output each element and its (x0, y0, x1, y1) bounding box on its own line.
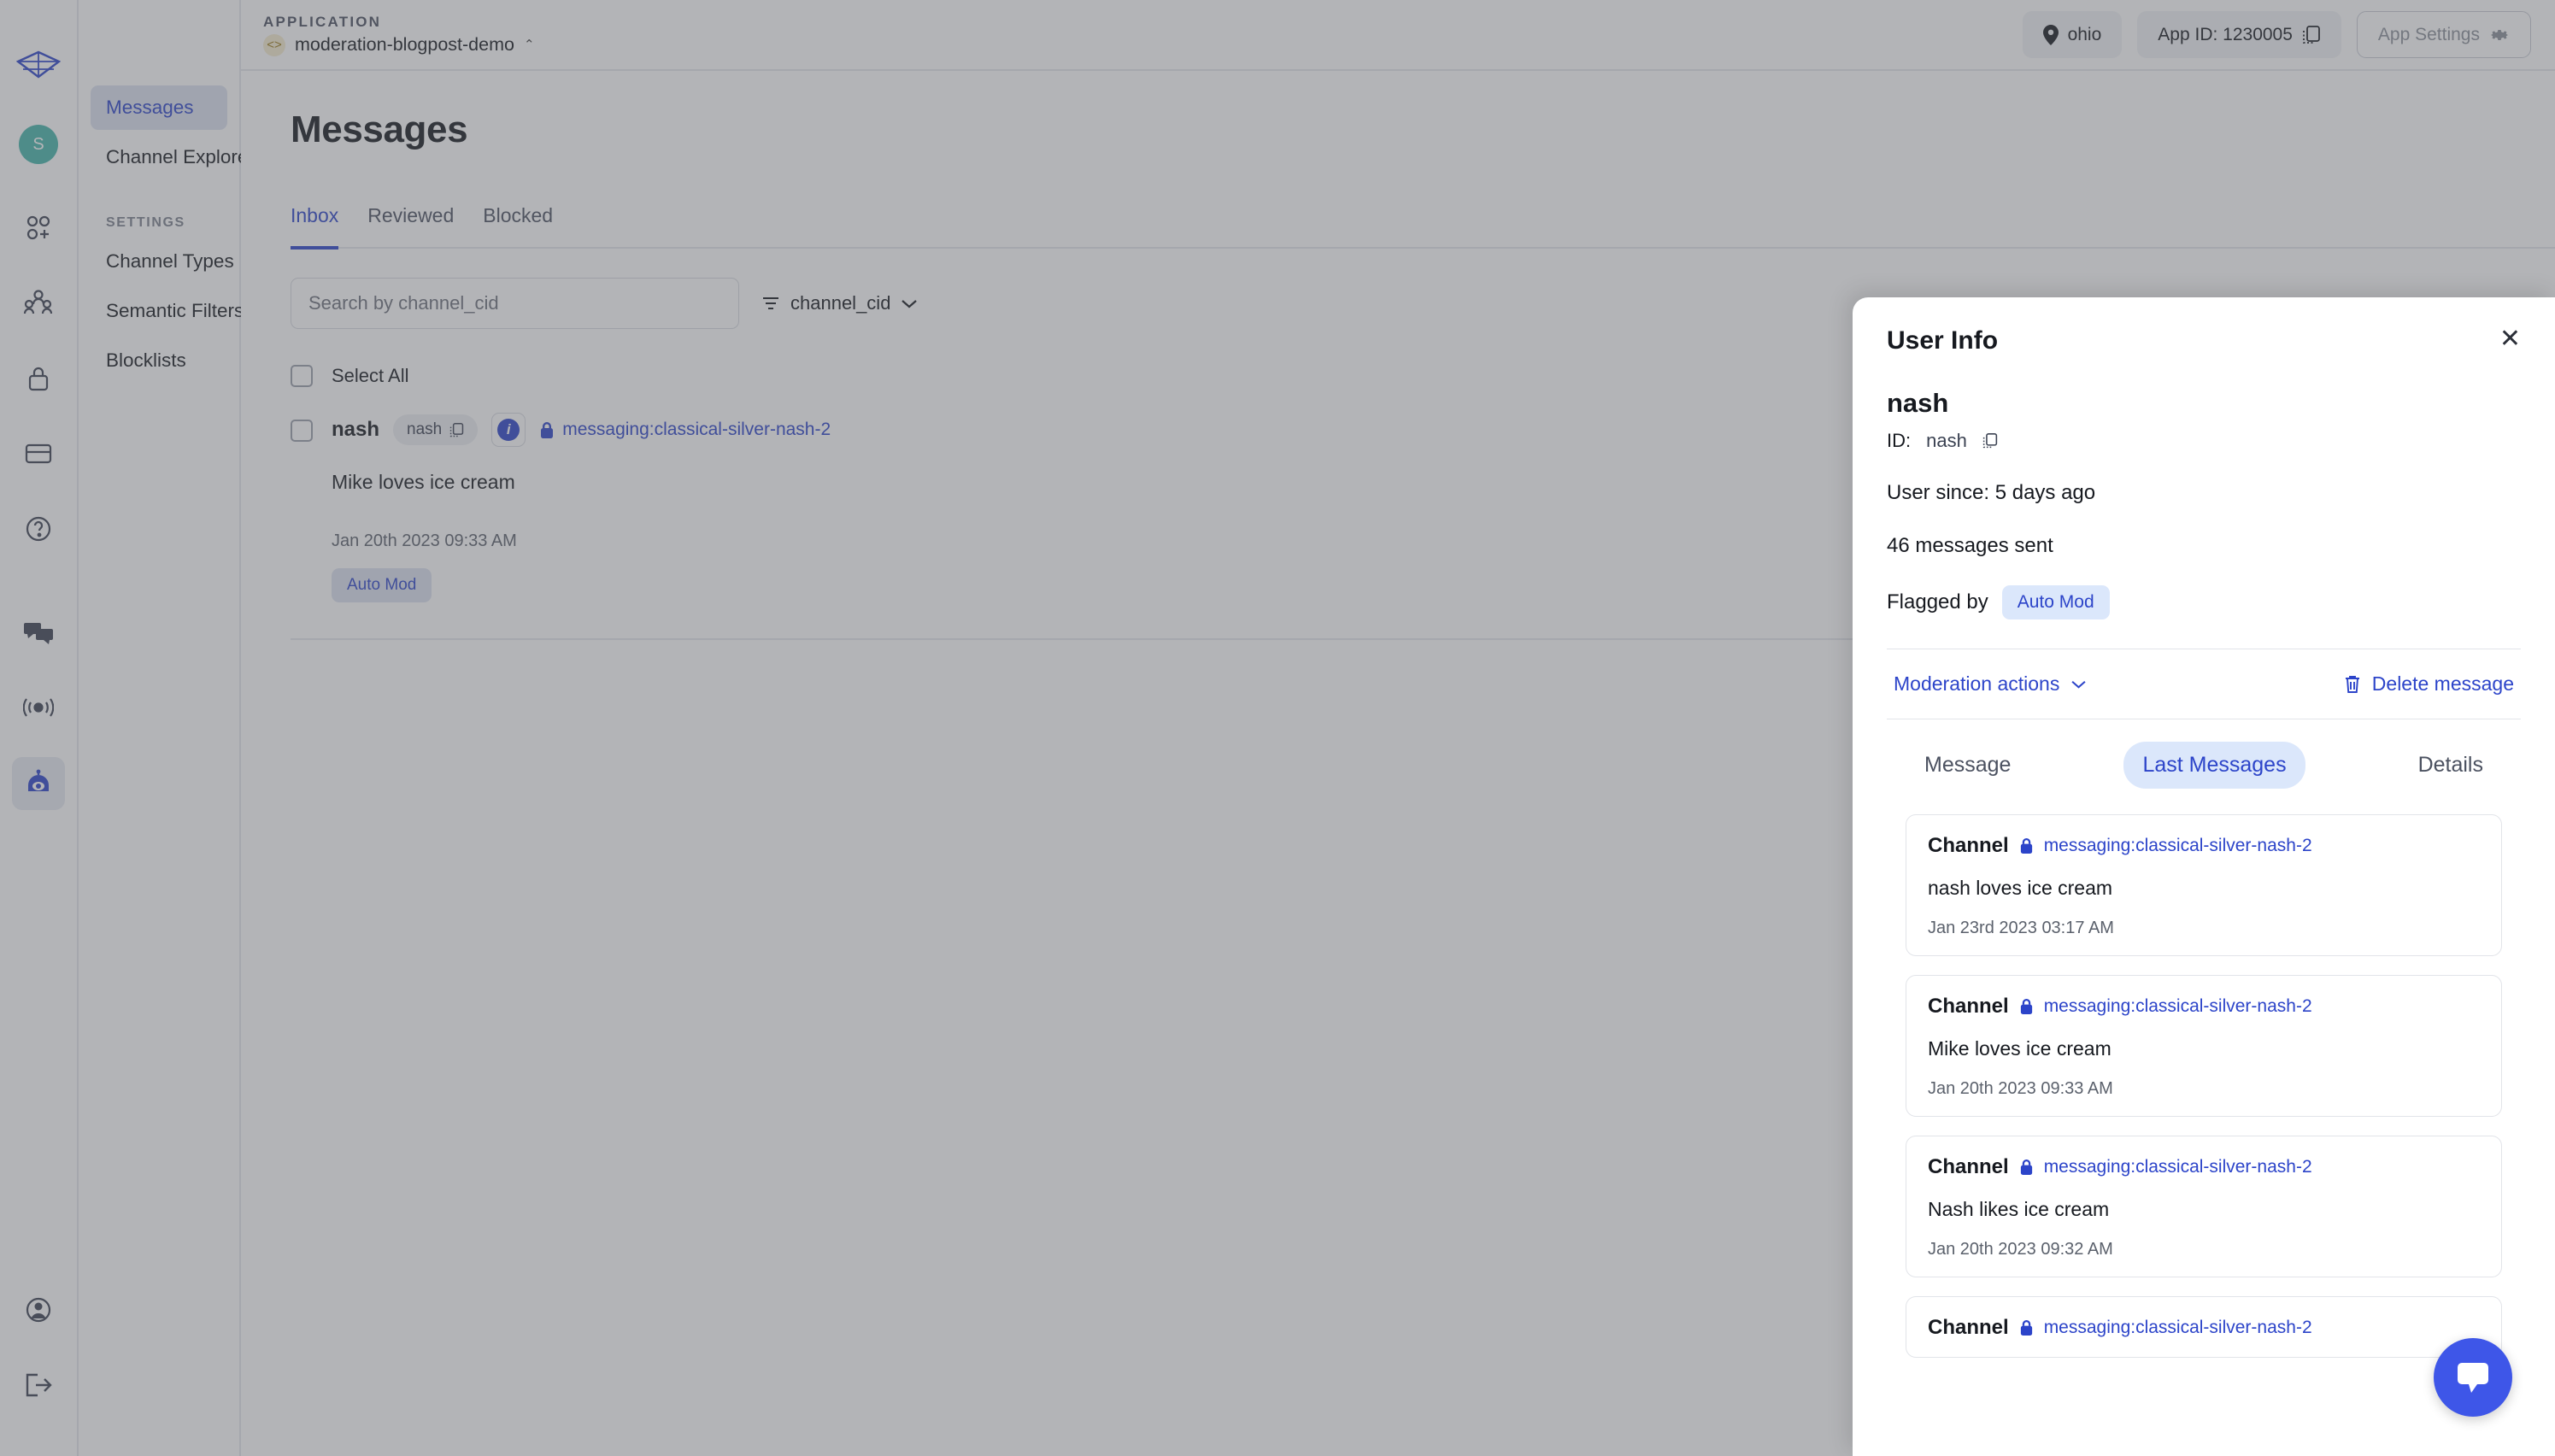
moderation-actions-dropdown[interactable]: Moderation actions (1894, 672, 2087, 696)
card-timestamp: Jan 23rd 2023 03:17 AM (1928, 919, 2114, 937)
card-timestamp: Jan 20th 2023 09:32 AM (1928, 1240, 2113, 1259)
card-message-text: Mike loves ice cream (1928, 1037, 2112, 1060)
card-channel-label: Channel (1928, 995, 2009, 1018)
chat-support-button[interactable] (2434, 1338, 2512, 1417)
flagged-by-row: Flagged by Auto Mod (1887, 585, 2521, 619)
flagged-by-badge: Auto Mod (2001, 585, 2110, 619)
card-message-text: nash loves ice cream (1928, 877, 2113, 899)
card-channel-label: Channel (1928, 834, 2009, 857)
card-channel-cid[interactable]: messaging:classical-silver-nash-2 (2044, 1157, 2312, 1177)
card-message-text: Nash likes ice cream (1928, 1198, 2110, 1220)
card-channel-cid[interactable]: messaging:classical-silver-nash-2 (2044, 996, 2312, 1017)
list-item[interactable]: Channel messaging:classical-silver-nash-… (1906, 814, 2502, 956)
delete-message-label: Delete message (2371, 672, 2514, 695)
trash-icon (2345, 675, 2359, 693)
chevron-down-icon (2071, 680, 2086, 689)
app-root: S Messages Channel Explorer SETTINGS Cha… (0, 0, 2555, 1456)
delete-message-button[interactable]: Delete message (2344, 672, 2514, 696)
user-name: nash (1887, 388, 1949, 418)
user-id-value: nash (1926, 430, 1967, 451)
lock-icon (2020, 999, 2032, 1014)
panel-header: User Info ✕ (1887, 326, 2521, 355)
lock-icon (2020, 838, 2032, 854)
tab-details[interactable]: Details (2399, 742, 2502, 789)
chat-bubble-icon (2458, 1363, 2488, 1393)
user-id-row: ID: nash (1887, 430, 2521, 452)
card-channel-cid[interactable]: messaging:classical-silver-nash-2 (2044, 1318, 2312, 1338)
card-timestamp: Jan 20th 2023 09:33 AM (1928, 1079, 2113, 1098)
user-info-panel: User Info ✕ nash ID: nash User since: 5 … (1853, 297, 2555, 1456)
card-channel-label: Channel (1928, 1316, 2009, 1339)
copy-icon[interactable] (1982, 432, 1998, 449)
panel-title: User Info (1887, 326, 1999, 355)
messages-sent: 46 messages sent (1887, 534, 2053, 557)
lock-icon (2020, 1320, 2032, 1336)
flagged-by-label: Flagged by (1887, 590, 1988, 614)
list-item[interactable]: Channel messaging:classical-silver-nash-… (1906, 975, 2502, 1117)
user-since: User since: 5 days ago (1887, 481, 2096, 504)
lock-icon (2020, 1160, 2032, 1175)
close-icon[interactable]: ✕ (2499, 326, 2521, 352)
moderation-actions-label: Moderation actions (1894, 672, 2060, 695)
last-messages-list[interactable]: Channel messaging:classical-silver-nash-… (1887, 814, 2521, 1456)
list-item[interactable]: Channel messaging:classical-silver-nash-… (1906, 1136, 2502, 1277)
moderation-row: Moderation actions Delete message (1887, 649, 2521, 719)
panel-tabs: Message Last Messages Details (1887, 719, 2521, 814)
user-id-label: ID: (1887, 430, 1912, 451)
card-channel-label: Channel (1928, 1155, 2009, 1178)
tab-last-messages[interactable]: Last Messages (2123, 742, 2305, 789)
card-channel-cid[interactable]: messaging:classical-silver-nash-2 (2044, 836, 2312, 856)
tab-message[interactable]: Message (1906, 742, 2029, 789)
list-item[interactable]: Channel messaging:classical-silver-nash-… (1906, 1296, 2502, 1358)
